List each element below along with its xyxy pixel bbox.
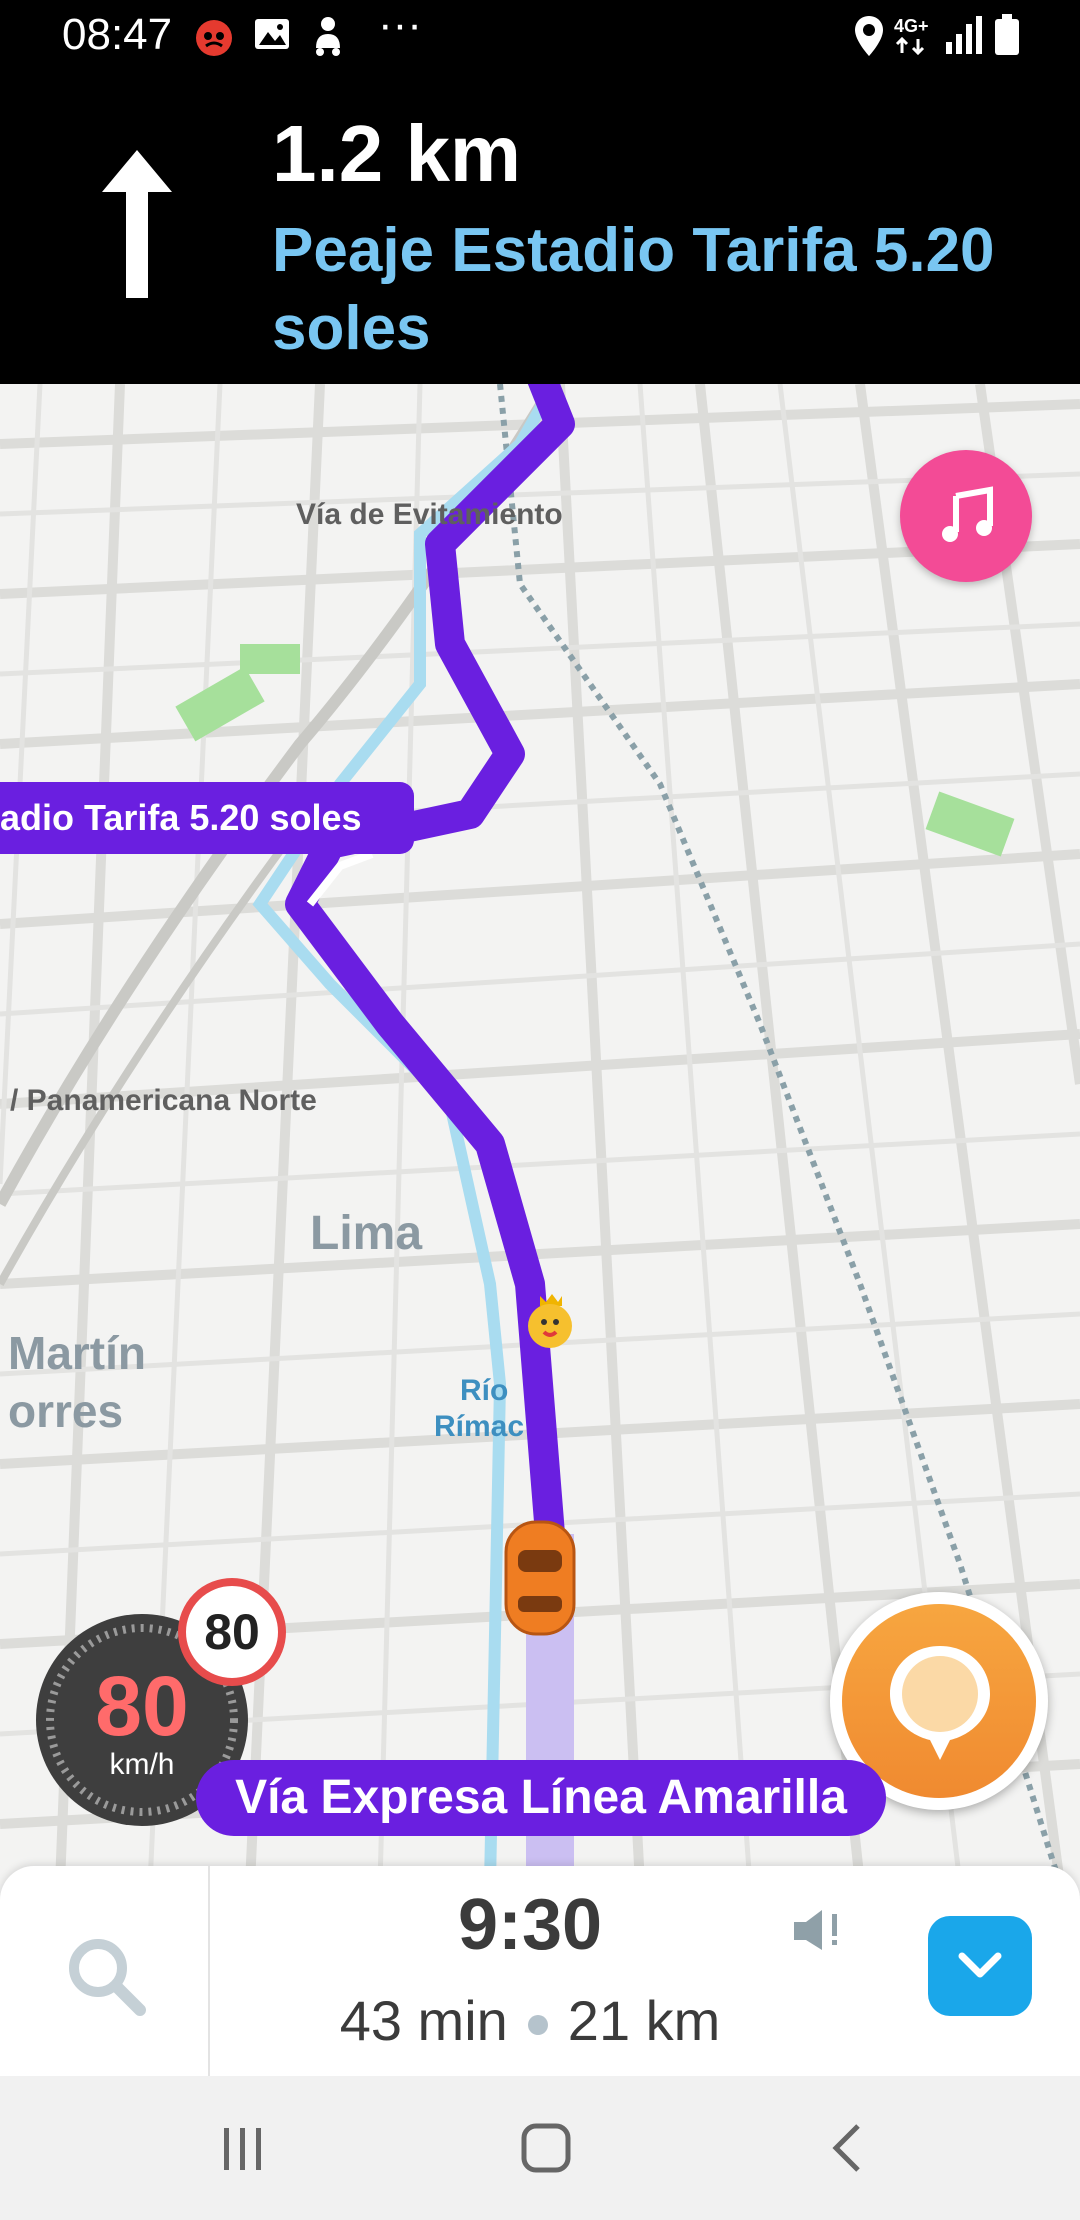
current-street-name: Vía Expresa Línea Amarilla — [196, 1760, 886, 1836]
route-callout[interactable]: adio Tarifa 5.20 soles — [0, 782, 414, 854]
system-nav-bar — [0, 2076, 1080, 2220]
trip-panel: 9:30 43 min 21 km — [0, 1866, 1080, 2076]
status-time: 08:47 — [62, 10, 173, 59]
map-label-lima: Lima — [310, 1207, 423, 1260]
speed-limit-sign: 80 — [178, 1578, 286, 1686]
map-label-porres: orres — [8, 1385, 124, 1437]
chevron-down-icon — [956, 1946, 1004, 1991]
search-icon[interactable] — [64, 1934, 148, 2023]
panel-divider — [208, 1866, 210, 2076]
gallery-icon — [252, 14, 292, 59]
turn-distance: 1.2 km — [272, 109, 522, 198]
back-icon[interactable] — [826, 2122, 870, 2179]
trip-duration: 43 min — [339, 1989, 508, 2052]
next-street-name: Peaje Estadio Tarifa 5.20 soles — [272, 216, 995, 363]
map-label-panamericana: / Panamericana Norte — [10, 1084, 317, 1117]
expand-panel-button[interactable] — [928, 1916, 1032, 2016]
waze-icon — [308, 14, 348, 63]
trip-distance: 21 km — [567, 1989, 721, 2052]
music-note-icon — [938, 486, 998, 551]
sound-alert-icon[interactable] — [790, 1906, 846, 1959]
more-icon: ··· — [378, 0, 422, 49]
location-icon — [852, 14, 886, 63]
navigation-banner[interactable]: 1.2 km Peaje Estadio Tarifa 5.20 soles — [0, 72, 1080, 384]
game-icon — [192, 14, 236, 63]
map-label-rio: Río — [460, 1374, 509, 1407]
network-label: 4G+ — [894, 16, 929, 36]
music-button[interactable] — [900, 450, 1032, 582]
recent-apps-icon[interactable] — [218, 2124, 268, 2179]
map-label-martin: Martín — [8, 1327, 146, 1379]
signal-icon — [944, 14, 984, 61]
map-label-via-evitamiento: Vía de Evitamiento — [296, 498, 563, 531]
arrow-up-icon — [92, 144, 182, 309]
trip-summary[interactable]: 43 min 21 km — [240, 1988, 820, 2053]
home-icon[interactable] — [518, 2120, 574, 2181]
separator-dot — [527, 2015, 548, 2036]
report-pin-icon — [886, 1644, 994, 1769]
battery-icon — [994, 14, 1020, 61]
arrival-time[interactable]: 9:30 — [300, 1884, 760, 1966]
map-label-rimac: Rímac — [434, 1410, 525, 1443]
status-bar: 08:47 ··· 4G+ — [0, 0, 1080, 72]
4g-data-icon: 4G+ — [894, 16, 929, 55]
